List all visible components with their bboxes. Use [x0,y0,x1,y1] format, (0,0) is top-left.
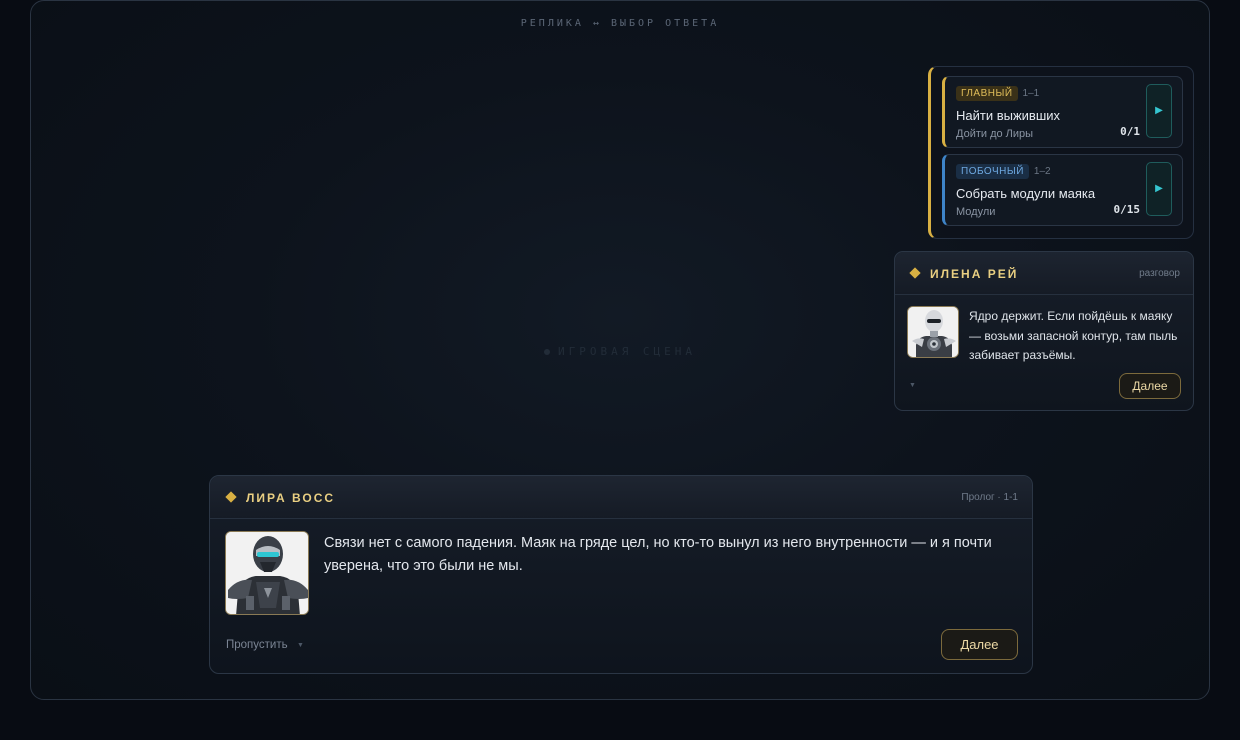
npc-dialog-box: ИЛЕНА РЕЙ разговор Ядро держит. Если пой… [894,251,1194,411]
game-viewport: РЕПЛИКА ↔ ВЫБОР ОТВЕТА ИГРОВАЯ СЦЕНА ГЛА… [30,0,1210,700]
diamond-icon [909,267,921,279]
quest-number: 1–2 [1033,166,1051,178]
quest-progress: 0/15 [1113,203,1141,216]
play-icon: ▶ [1155,183,1163,194]
quest-number: 1–1 [1022,88,1040,100]
scene-label: ИГРОВАЯ СЦЕНА [557,345,697,358]
dialog-type-label: разговор [1139,268,1180,279]
next-button[interactable]: Далее [941,629,1018,660]
play-icon: ▶ [1155,105,1163,116]
chevron-down-icon: ▼ [297,642,304,649]
screen-mode-label: РЕПЛИКА ↔ ВЫБОР ОТВЕТА [520,18,720,29]
main-dialog-header: ЛИРА ВОСС Пролог · 1-1 [210,476,1032,519]
quest-type-badge: ПОБОЧНЫЙ [956,164,1029,180]
speaker-name: ИЛЕНА РЕЙ [930,267,1019,281]
npc-dialog-header: ИЛЕНА РЕЙ разговор [895,252,1193,295]
chevron-down-icon: ▼ [909,382,916,389]
main-dialog-box: ЛИРА ВОСС Пролог · 1-1 Связи нет с самог… [209,475,1033,674]
speaker-portrait [225,531,309,615]
quest-track-button[interactable]: ▶ [1146,84,1172,138]
diamond-icon [225,491,237,503]
skip-button[interactable]: Пропустить [226,639,288,651]
armored-character-portrait-icon [226,532,308,614]
quest-card-main[interactable]: ГЛАВНЫЙ 1–1 Найти выживших Дойти до Лиры … [942,76,1183,148]
speaker-portrait [907,306,959,358]
quest-card-side[interactable]: ПОБОЧНЫЙ 1–2 Собрать модули маяка Модули … [942,154,1183,226]
next-button[interactable]: Далее [1119,373,1181,399]
dialog-text: Ядро держит. Если пойдёшь к маяку — возь… [969,309,1178,362]
speaker-name: ЛИРА ВОСС [246,491,336,505]
dialog-text: Связи нет с самого падения. Маяк на гряд… [324,535,992,574]
chapter-label: Пролог · 1-1 [961,492,1018,503]
quest-progress: 0/1 [1120,125,1140,138]
robot-portrait-icon [908,307,958,357]
quest-tracker: ГЛАВНЫЙ 1–1 Найти выживших Дойти до Лиры … [928,66,1194,239]
quest-type-badge: ГЛАВНЫЙ [956,86,1018,102]
quest-track-button[interactable]: ▶ [1146,162,1172,216]
scene-dot-icon [543,349,550,355]
